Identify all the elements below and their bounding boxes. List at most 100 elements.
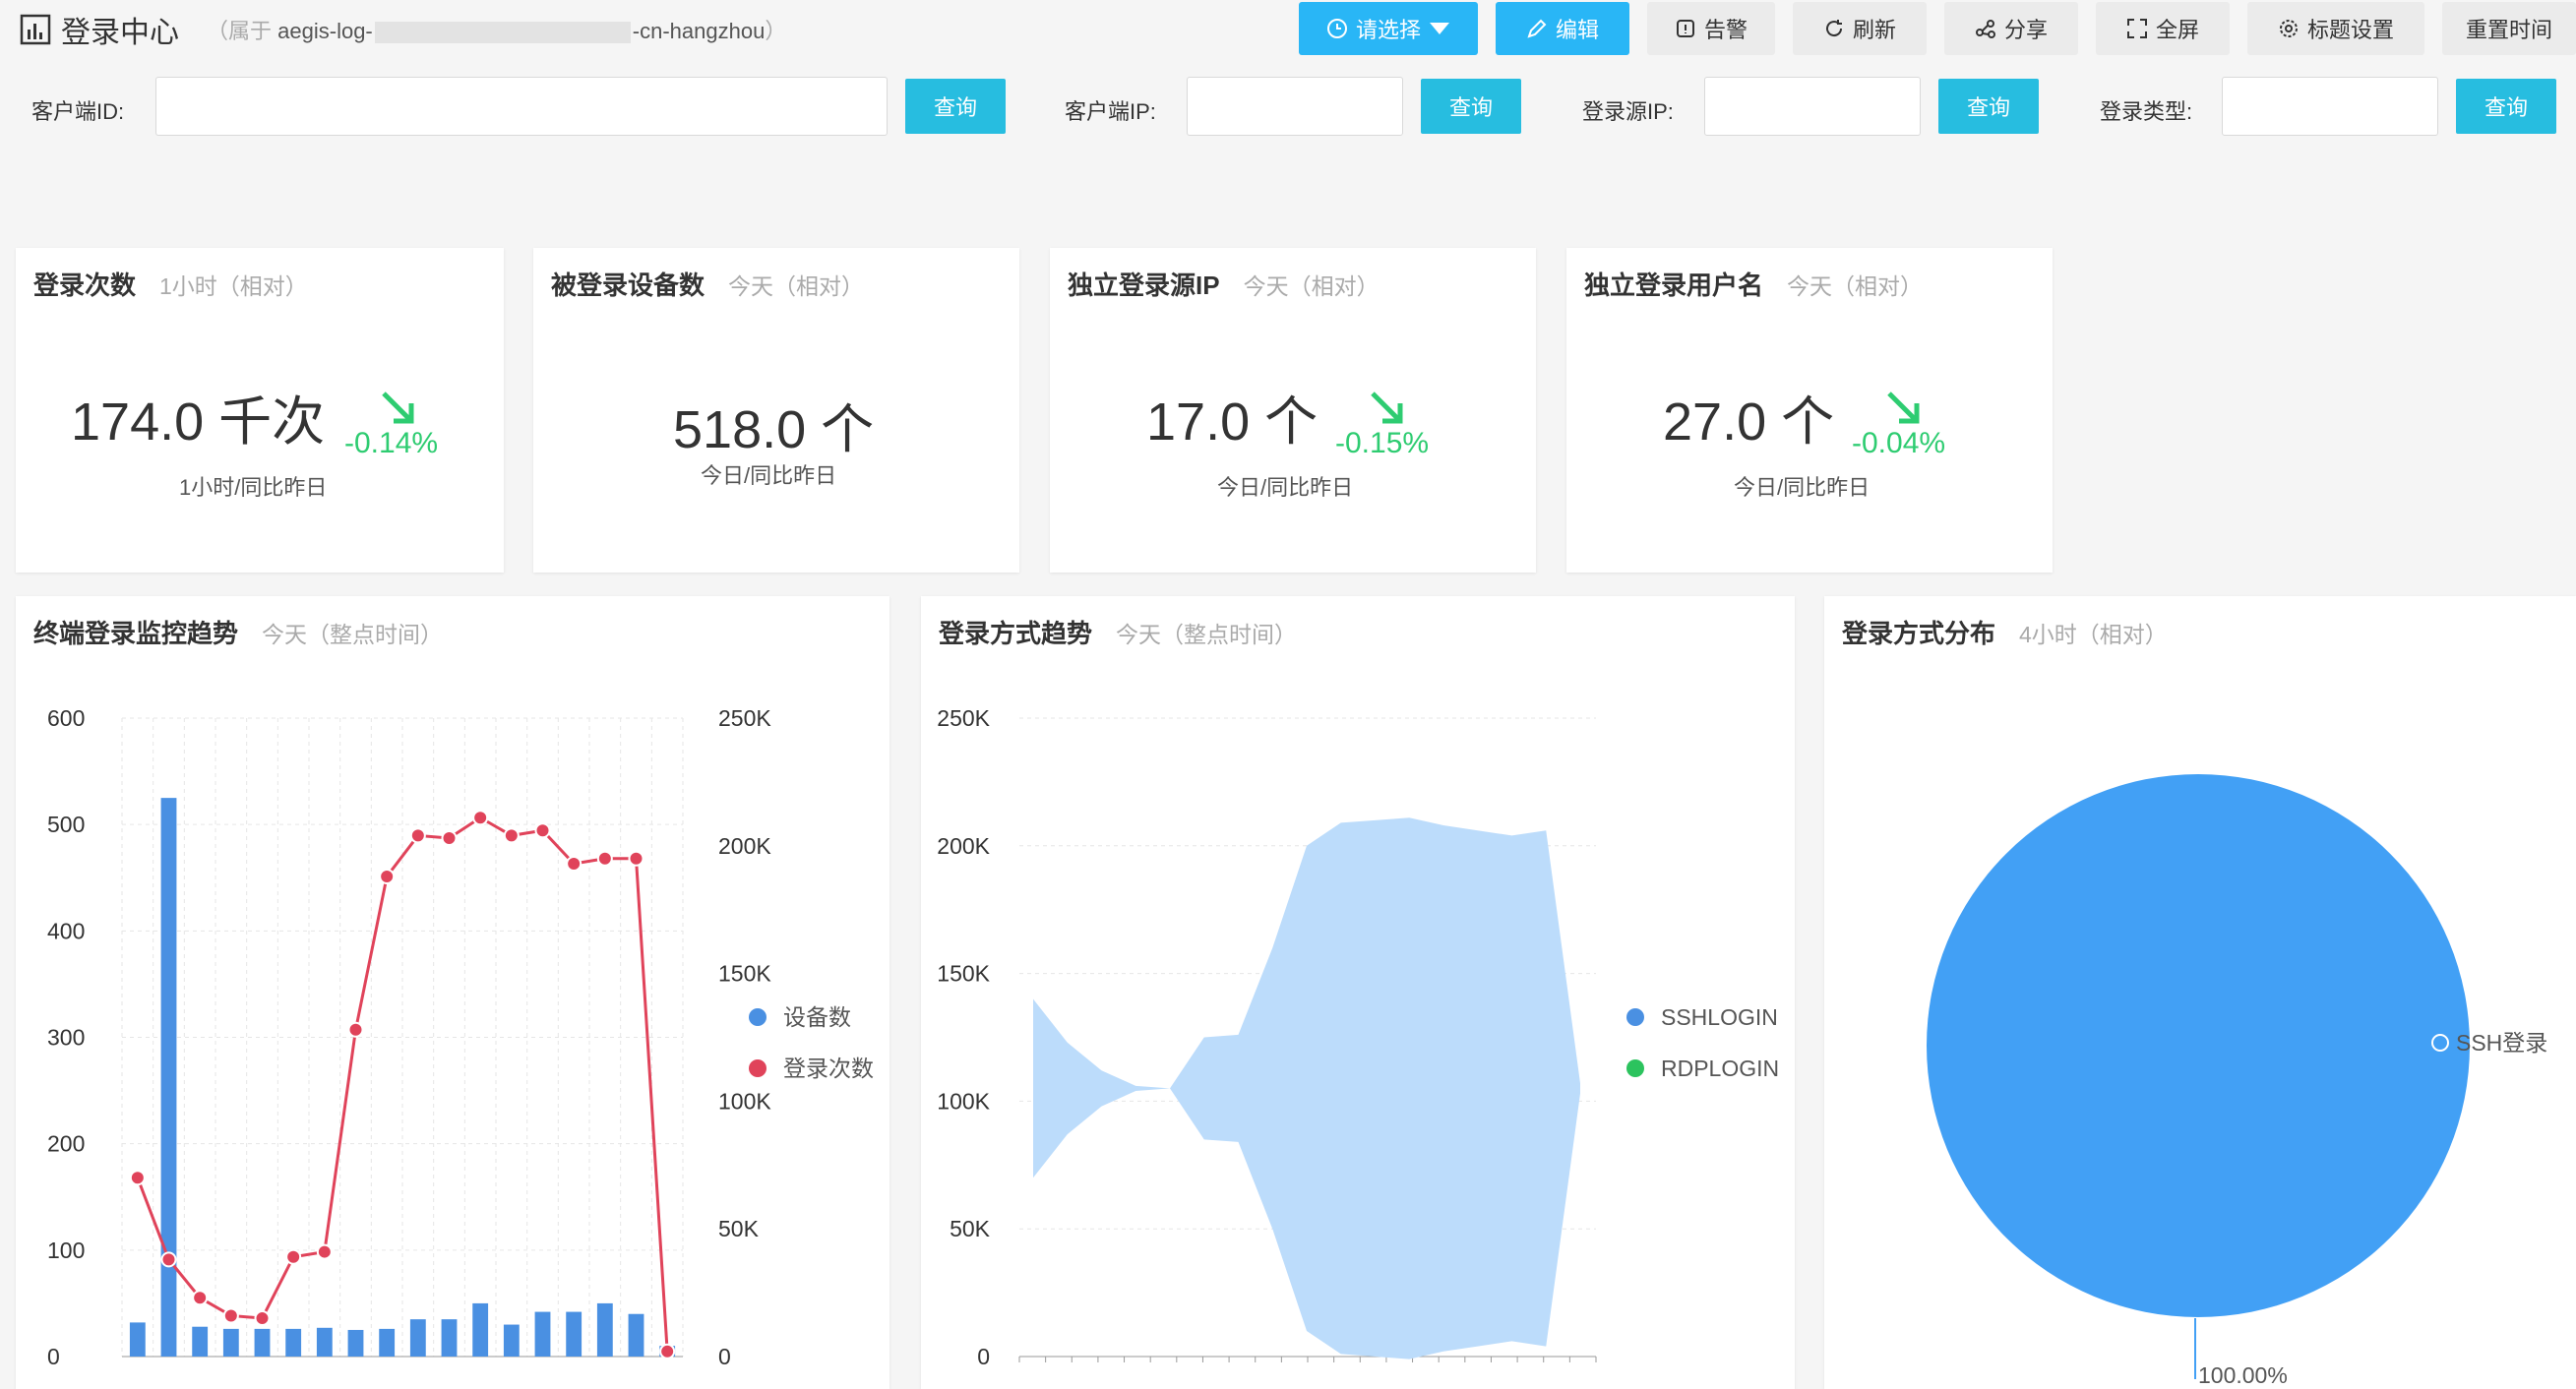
page-title: 登录中心 [61, 17, 179, 49]
page-subtitle: （属于 aegis-log- -cn-hangzhou） [207, 19, 787, 44]
legend-label: 设备数 [783, 1004, 851, 1030]
device-count-bar [129, 1322, 146, 1357]
source-ip-input[interactable] [1704, 77, 1921, 136]
method-dist-chart: SSH登录 100.00% [1927, 774, 2547, 1388]
kpi-title: 独立登录源IP 今天（相对） [1068, 266, 1380, 302]
kpi-value: 174.0 千次 [71, 393, 326, 452]
method-trend-chart: 0 50K 100K 150K 200K 250K SSHLOGIN RDPLOGIN [937, 705, 1779, 1369]
terminal-trend-card: 终端登录监控趋势 今天（整点时间） 0 100 200 300 400 500 600 0 50K… [16, 596, 889, 1389]
login-count-point [192, 1290, 209, 1306]
pie-slice-ssh [1927, 774, 2470, 1317]
trend-down-arrow-icon [1887, 392, 1920, 424]
right-axis-tick-label: 200K [718, 833, 771, 859]
client-id-query-button[interactable]: 查询 [905, 79, 1006, 134]
login-count-point [503, 827, 520, 844]
device-count-bar [409, 1319, 426, 1357]
sshlogin-area [1033, 817, 1580, 1359]
device-count-bar [192, 1326, 209, 1357]
login-count-point [596, 850, 613, 867]
device-count-bar [285, 1328, 302, 1357]
share-label: 分享 [2003, 18, 2048, 42]
kpi-card-unique-source-ip: 独立登录源IP 今天（相对） 17.0 个 -0.15% 今日/同比昨日 [1050, 248, 1536, 573]
method-trend-card: 登录方式趋势 今天（整点时间） 0 50K 100K 150K 200K 250K SSHLO… [921, 596, 1795, 1389]
left-axis-tick-label: 0 [47, 1344, 60, 1369]
kpi-card-login-count: 登录次数 1小时（相对） 174.0 千次 -0.14% 1小时/同比昨日 [16, 248, 504, 573]
kpi-title: 登录次数 1小时（相对） [33, 266, 308, 302]
reset-time-button[interactable]: 重置时间 [2442, 2, 2576, 55]
legend-marker [1626, 1059, 1644, 1077]
y-axis-tick-label: 50K [950, 1216, 991, 1241]
login-count-point [160, 1251, 177, 1268]
trend-down-arrow-icon [1371, 392, 1403, 424]
kpi-delta: -0.14% [344, 427, 439, 459]
kpi-subtext: 今日/同比昨日 [1734, 475, 1871, 500]
right-axis-tick-label: 250K [718, 705, 771, 731]
kpi-delta: -0.04% [1852, 427, 1946, 459]
right-axis-tick-label: 150K [718, 961, 771, 987]
clock-icon [1326, 19, 1347, 38]
login-count-point [409, 827, 426, 844]
kpi-title-text: 被登录设备数 [551, 271, 705, 300]
expand-icon [2126, 19, 2147, 38]
client-ip-input[interactable] [1187, 77, 1403, 136]
page-header: 登录中心 （属于 aegis-log- -cn-hangzhou） [20, 10, 786, 49]
title-settings-label: 标题设置 [2306, 18, 2394, 42]
y-axis-tick-label: 100K [937, 1088, 990, 1114]
select-label: 请选择 [1355, 18, 1421, 42]
login-count-point [566, 855, 583, 872]
left-axis-tick-label: 300 [47, 1025, 85, 1051]
reset-time-label: 重置时间 [2465, 18, 2552, 42]
login-type-input[interactable] [2222, 77, 2438, 136]
device-count-bar [347, 1329, 364, 1357]
subtitle-start: aegis-log- [277, 19, 373, 43]
login-count-point [316, 1243, 333, 1260]
chart-icon [20, 14, 51, 45]
subtitle-end: -cn-hangzhou [632, 19, 766, 43]
device-count-bar [160, 798, 177, 1357]
refresh-button[interactable]: 刷新 [1793, 2, 1927, 55]
device-count-bar [472, 1302, 489, 1357]
left-axis-tick-label: 100 [47, 1238, 85, 1263]
left-axis-tick-label: 500 [47, 812, 85, 837]
y-axis-tick-label: 150K [937, 961, 990, 987]
source-ip-query-button[interactable]: 查询 [1938, 79, 2039, 134]
kpi-value: 518.0 个 [673, 400, 875, 459]
title-settings-button[interactable]: 标题设置 [2247, 2, 2424, 55]
edit-label: 编辑 [1555, 18, 1599, 42]
method-dist-card: 登录方式分布 4小时（相对） SSH登录 100.00% [1824, 596, 2576, 1389]
pie-percent-label: 100.00% [2198, 1362, 2288, 1388]
y-axis-tick-label: 250K [937, 705, 990, 731]
share-button[interactable]: 分享 [1944, 2, 2078, 55]
legend-marker [749, 1059, 767, 1077]
terminal-trend-chart: 0 100 200 300 400 500 600 0 50K 100K 150K 200K 250K 设… [47, 705, 874, 1369]
login-count-point [129, 1170, 146, 1186]
caret-down-icon [1430, 23, 1449, 34]
refresh-icon [1825, 20, 1842, 37]
login-type-query-button[interactable]: 查询 [2456, 79, 2556, 134]
kpi-hint: 今天（相对） [1243, 273, 1380, 299]
left-axis-tick-label: 200 [47, 1131, 85, 1157]
device-count-bar [566, 1311, 583, 1357]
kpi-subtext: 1小时/同比昨日 [179, 475, 328, 500]
client-ip-query-button[interactable]: 查询 [1421, 79, 1521, 134]
left-axis-tick-label: 600 [47, 705, 85, 731]
redacted-block [374, 22, 631, 44]
login-count-point [441, 830, 458, 847]
y-axis-tick-label: 0 [977, 1344, 990, 1369]
edit-button[interactable]: 编辑 [1496, 2, 1629, 55]
fullscreen-button[interactable]: 全屏 [2096, 2, 2230, 55]
alert-button[interactable]: 告警 [1647, 2, 1775, 55]
right-axis-tick-label: 0 [718, 1344, 731, 1369]
alert-icon [1676, 20, 1694, 37]
select-dropdown-button[interactable]: 请选择 [1299, 2, 1478, 55]
client-id-input[interactable] [155, 77, 888, 136]
kpi-subtext: 今日/同比昨日 [1217, 475, 1354, 500]
kpi-title-text: 独立登录源IP [1068, 271, 1220, 300]
kpi-title-text: 独立登录用户名 [1584, 271, 1764, 300]
device-count-bar [596, 1302, 613, 1357]
login-count-point [254, 1310, 271, 1327]
login-count-point [659, 1343, 676, 1359]
legend-label: 登录次数 [783, 1056, 874, 1081]
right-axis-tick-label: 100K [718, 1088, 771, 1114]
gear-icon [2279, 20, 2298, 37]
